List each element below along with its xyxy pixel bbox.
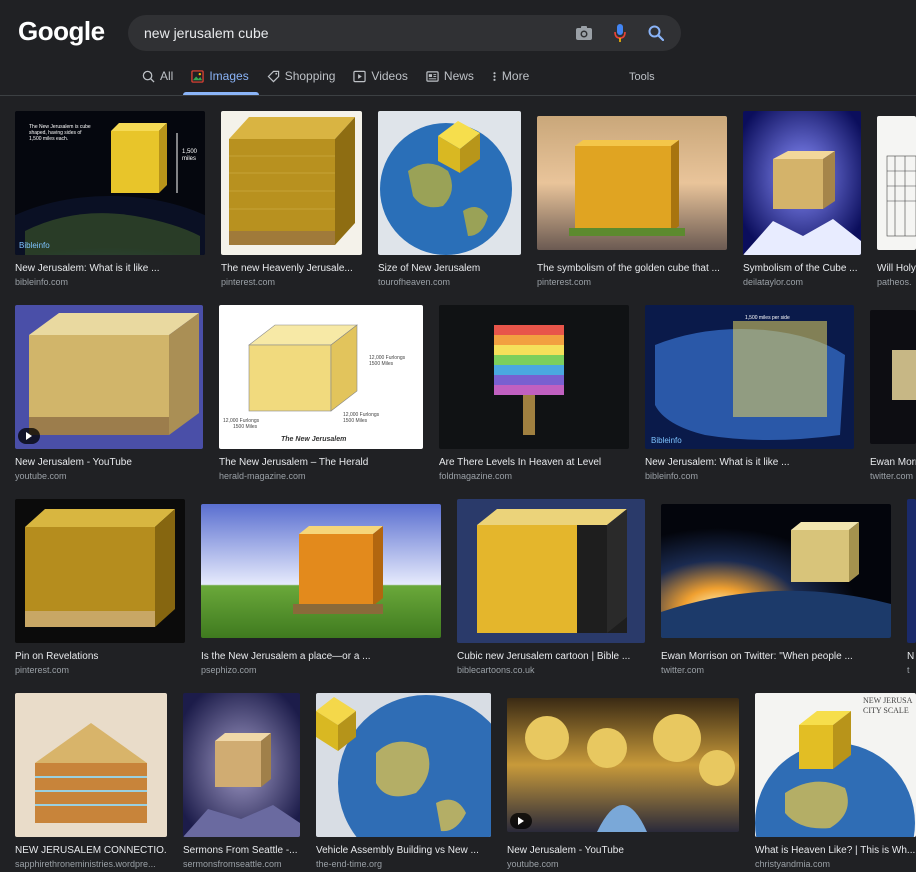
search-box[interactable]: new jerusalem cube: [128, 15, 681, 51]
result-title[interactable]: Size of New Jerusalem: [378, 262, 521, 275]
result-thumbnail[interactable]: NEW JERUSA CITY SCALE: [755, 693, 916, 837]
result-title[interactable]: New Jerusalem: What is it like ...: [15, 262, 205, 275]
tools-button[interactable]: Tools: [629, 71, 655, 83]
result-source: pinterest.com: [221, 277, 276, 287]
tab-all[interactable]: All: [142, 66, 183, 94]
result-source: patheos.: [877, 277, 912, 287]
image-results-grid: The New Jerusalem is cube shaped, having…: [0, 96, 916, 872]
result-title[interactable]: The New Jerusalem – The Herald: [219, 456, 423, 469]
overlay-text: NEW JERUSA: [863, 696, 913, 705]
camera-icon[interactable]: [573, 22, 595, 44]
result-thumbnail[interactable]: [661, 504, 891, 638]
overlay-text: 1,500 miles each.: [29, 136, 68, 142]
result-thumbnail[interactable]: [870, 310, 916, 444]
result-title[interactable]: Will Holy: [877, 262, 916, 275]
tab-images[interactable]: Images: [183, 66, 260, 95]
overlay-text: Bibleinfo: [19, 241, 50, 250]
result-thumbnail[interactable]: [201, 504, 441, 638]
result-source: pinterest.com: [537, 277, 592, 287]
result-thumbnail[interactable]: The New Jerusalem is cube shaped, having…: [15, 111, 205, 255]
overlay-text: CITY SCALE: [863, 706, 909, 715]
newspaper-icon: [426, 70, 439, 82]
overlay-text: 1,500: [182, 149, 198, 155]
result-thumbnail[interactable]: [15, 305, 203, 449]
result-source: t: [907, 665, 910, 675]
result-thumbnail[interactable]: [877, 116, 916, 250]
tab-shopping[interactable]: Shopping: [267, 66, 346, 94]
result-source: bibleinfo.com: [15, 277, 69, 287]
result-source: youtube.com: [507, 859, 559, 869]
result-title[interactable]: NEW JERUSALEM CONNECTIO...: [15, 844, 167, 857]
result-title[interactable]: What is Heaven Like? | This is Wh...: [755, 844, 916, 857]
result-source: the-end-time.org: [316, 859, 383, 869]
search-icon[interactable]: [645, 22, 667, 44]
overlay-text: The New Jerusalem: [281, 436, 346, 443]
dots-vertical-icon: [493, 71, 496, 81]
result-source: deilataylor.com: [743, 277, 804, 287]
play-icon: [353, 70, 367, 82]
header: Google new jerusalem cube All Images Sho…: [0, 0, 916, 96]
overlay-text: miles: [182, 156, 196, 162]
result-source: foldmagazine.com: [439, 471, 513, 481]
result-source: christyandmia.com: [755, 859, 831, 869]
play-icon: [510, 813, 532, 829]
result-source: twitter.com: [661, 665, 705, 675]
result-thumbnail[interactable]: [439, 305, 629, 449]
google-logo[interactable]: Google: [18, 16, 105, 47]
search-icon: [142, 70, 155, 83]
result-title[interactable]: N: [907, 650, 916, 663]
result-title[interactable]: The new Heavenly Jerusale...: [221, 262, 362, 275]
overlay-text: Bibleinfo: [651, 436, 682, 445]
result-thumbnail[interactable]: [457, 499, 645, 643]
result-thumbnail[interactable]: [743, 111, 861, 255]
result-title[interactable]: Pin on Revelations: [15, 650, 185, 663]
result-title[interactable]: Is the New Jerusalem a place—or a ...: [201, 650, 441, 663]
result-title[interactable]: Ewan Morr: [870, 456, 916, 469]
microphone-icon[interactable]: [609, 22, 631, 44]
search-input[interactable]: new jerusalem cube: [144, 25, 269, 41]
result-thumbnail[interactable]: [183, 693, 300, 837]
result-thumbnail[interactable]: [907, 499, 916, 643]
result-thumbnail[interactable]: [507, 698, 739, 832]
overlay-text: 1500 Miles: [343, 418, 368, 424]
tab-more[interactable]: More: [492, 66, 539, 94]
result-source: youtube.com: [15, 471, 67, 481]
overlay-text: 1,500 miles per side: [745, 315, 790, 321]
result-source: bibleinfo.com: [645, 471, 699, 481]
tab-videos[interactable]: Videos: [353, 66, 417, 94]
result-source: tourofheaven.com: [378, 277, 451, 287]
result-title[interactable]: Vehicle Assembly Building vs New ...: [316, 844, 491, 857]
result-thumbnail[interactable]: [537, 116, 727, 250]
result-source: twitter.com: [870, 471, 914, 481]
result-thumbnail[interactable]: [221, 111, 362, 255]
result-source: sermonsfromseattle.com: [183, 859, 282, 869]
image-icon: [191, 69, 205, 83]
result-thumbnail[interactable]: 1,500 miles per side Bibleinfo: [645, 305, 854, 449]
result-source: psephizo.com: [201, 665, 257, 675]
search-tabs: All Images Shopping Videos News More: [142, 66, 547, 96]
tag-icon: [267, 70, 279, 82]
result-source: biblecartoons.co.uk: [457, 665, 535, 675]
result-title[interactable]: The symbolism of the golden cube that ..…: [537, 262, 727, 275]
result-source: sapphirethroneministries.wordpre...: [15, 859, 156, 869]
overlay-text: 1500 Miles: [369, 361, 394, 367]
result-thumbnail[interactable]: [378, 111, 521, 255]
result-title[interactable]: New Jerusalem: What is it like ...: [645, 456, 854, 469]
play-icon: [18, 428, 40, 444]
result-title[interactable]: New Jerusalem - YouTube: [507, 844, 739, 857]
tab-news[interactable]: News: [426, 66, 484, 94]
overlay-text: 1500 Miles: [233, 424, 258, 430]
result-title[interactable]: Are There Levels In Heaven at Level: [439, 456, 629, 469]
result-thumbnail[interactable]: [15, 499, 185, 643]
result-title[interactable]: New Jerusalem - YouTube: [15, 456, 203, 469]
result-source: pinterest.com: [15, 665, 70, 675]
result-title[interactable]: Symbolism of the Cube ...: [743, 262, 861, 275]
result-thumbnail[interactable]: [15, 693, 167, 837]
result-thumbnail[interactable]: 12,000 Furlongs 1500 Miles 12,000 Furlon…: [219, 305, 423, 449]
result-source: herald-magazine.com: [219, 471, 306, 481]
result-title[interactable]: Sermons From Seattle -...: [183, 844, 300, 857]
result-title[interactable]: Cubic new Jerusalem cartoon | Bible ...: [457, 650, 645, 663]
result-title[interactable]: Ewan Morrison on Twitter: "When people .…: [661, 650, 891, 663]
result-thumbnail[interactable]: [316, 693, 491, 837]
